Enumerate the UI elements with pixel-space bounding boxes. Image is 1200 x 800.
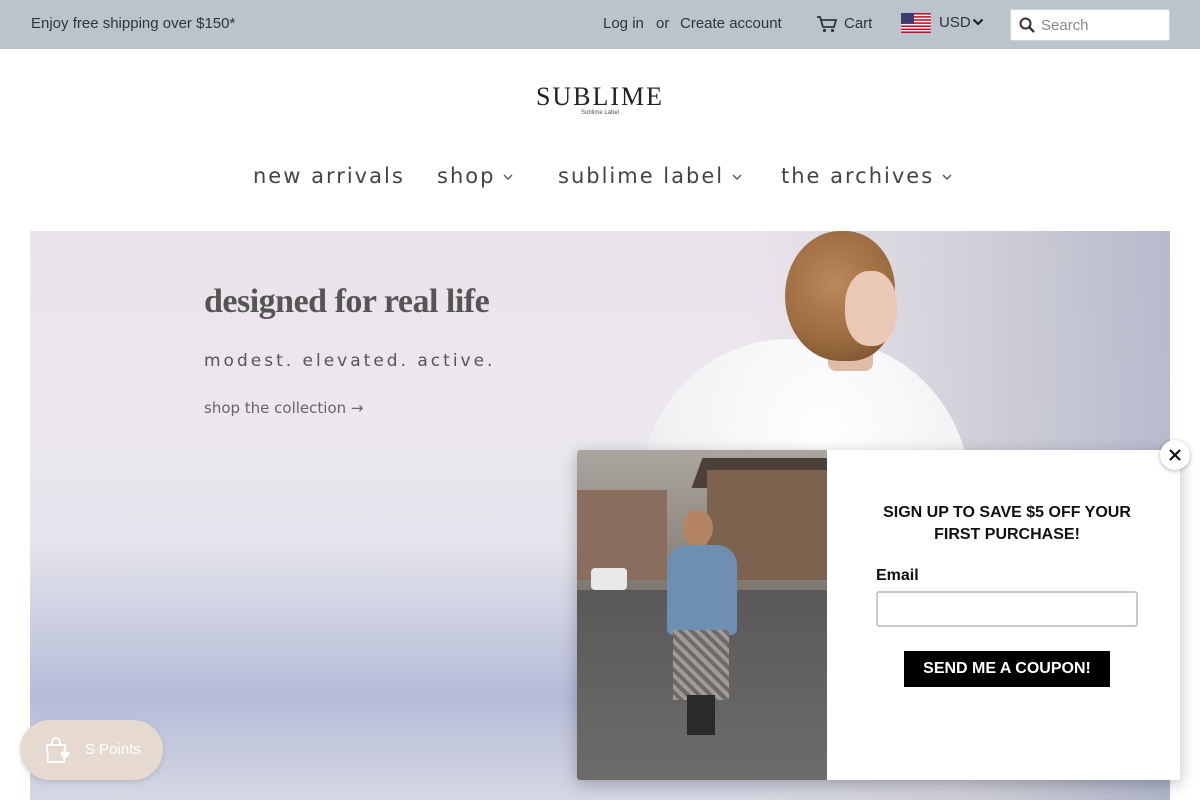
chevron-down-icon	[503, 174, 513, 180]
us-flag-icon[interactable]	[901, 13, 931, 33]
photo-house	[577, 490, 667, 580]
chevron-down-icon	[732, 174, 742, 180]
or-separator: or	[656, 15, 670, 32]
cart-icon[interactable]	[816, 15, 838, 33]
signup-popup: SIGN UP TO SAVE $5 OFF YOUR FIRST PURCHA…	[577, 450, 1180, 780]
search-icon[interactable]	[1019, 17, 1035, 33]
search-input[interactable]	[1041, 14, 1165, 36]
rewards-points-label: S Points	[85, 741, 141, 758]
popup-photo	[577, 450, 827, 780]
chevron-down-icon	[942, 174, 952, 180]
cart-link[interactable]: Cart	[844, 15, 872, 32]
currency-selector[interactable]: USD	[939, 14, 971, 31]
photo-car	[591, 568, 627, 590]
chevron-down-icon[interactable]	[972, 17, 984, 27]
logo-subtitle: Sublime Label	[580, 110, 620, 116]
email-label: Email	[876, 567, 919, 584]
rewards-points-button[interactable]: S Points	[20, 720, 163, 780]
store-logo[interactable]: SUBLIME Sublime Label	[500, 82, 700, 116]
photo-model-head	[683, 510, 713, 546]
login-link[interactable]: Log in	[603, 15, 644, 32]
photo-model-jacket	[667, 545, 737, 635]
hero-model-face	[845, 271, 897, 346]
send-coupon-button[interactable]: SEND ME A COUPON!	[904, 651, 1110, 687]
email-field[interactable]	[876, 591, 1138, 627]
nav-item-new-arrivals[interactable]: new arrivals	[253, 164, 405, 188]
free-shipping-promo: Enjoy free shipping over $150*	[31, 15, 236, 32]
nav-item-sublime-label[interactable]: sublime label	[558, 164, 742, 188]
nav-item-shop[interactable]: shop	[437, 164, 513, 188]
shopping-bag-heart-icon	[46, 737, 70, 763]
hero-tagline: modest. elevated. active.	[204, 351, 496, 371]
nav-item-label: shop	[437, 164, 496, 188]
logo-wordmark[interactable]: SUBLIME	[500, 82, 700, 112]
photo-model-skirt	[673, 630, 729, 700]
announcement-bar: Enjoy free shipping over $150* Log in or…	[0, 0, 1200, 49]
close-icon[interactable]	[1169, 449, 1181, 461]
nav-item-label: the archives	[781, 164, 935, 188]
nav-item-the-archives[interactable]: the archives	[781, 164, 952, 188]
nav-item-label: new arrivals	[253, 164, 405, 188]
close-popup-button[interactable]	[1160, 440, 1190, 470]
photo-model-legs	[687, 695, 715, 735]
main-navigation: new arrivals shop sublime label the arch…	[0, 164, 1200, 192]
shop-collection-link[interactable]: shop the collection →	[204, 399, 363, 417]
nav-item-label: sublime label	[558, 164, 725, 188]
search-box[interactable]	[1010, 9, 1170, 41]
create-account-link[interactable]: Create account	[680, 15, 782, 32]
hero-headline: designed for real life	[204, 283, 490, 320]
popup-heading: SIGN UP TO SAVE $5 OFF YOUR FIRST PURCHA…	[883, 504, 1131, 543]
